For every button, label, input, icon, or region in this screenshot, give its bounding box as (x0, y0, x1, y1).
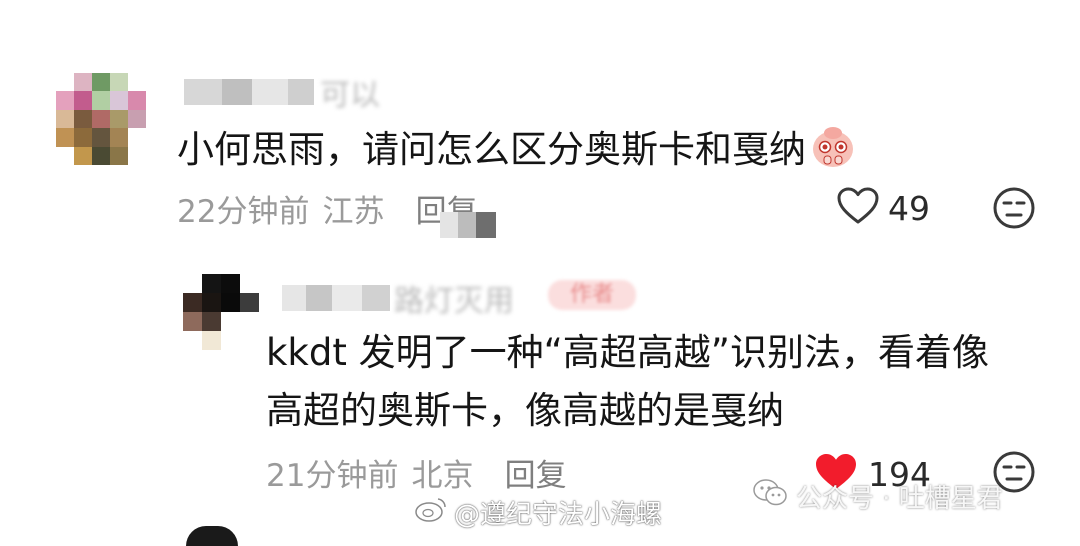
like-button[interactable]: 49 (836, 186, 930, 230)
expressionless-face-icon (992, 187, 1036, 234)
weibo-icon (414, 495, 448, 530)
location: 北京 (411, 458, 474, 494)
wechat-icon (752, 478, 788, 515)
timestamp: 22分钟前 (177, 194, 310, 230)
username-fragment: 路灯灭用 (394, 284, 514, 319)
author-badge-label: 作者 (569, 282, 614, 307)
heart-outline-icon (836, 186, 880, 230)
like-count: 49 (888, 188, 930, 228)
comment-body-line2: 高超的奥斯卡，像高越的是戛纳 (266, 389, 784, 432)
avatar[interactable] (183, 274, 259, 350)
username-blurred[interactable]: 路灯灭用 (282, 276, 514, 320)
reply-button[interactable]: 回复 (505, 458, 567, 494)
next-comment-avatar-partial (186, 526, 238, 546)
comment-body: 小何思雨，请问怎么区分奥斯卡和戛纳 (177, 128, 806, 171)
comment-body-line1: kkdt 发明了一种“高超高越”识别法，看着像 (266, 331, 989, 374)
dislike-button[interactable] (992, 186, 1036, 234)
avatar[interactable] (56, 73, 146, 165)
comment-meta: 21分钟前 北京 回复 (266, 450, 567, 495)
timestamp: 21分钟前 (266, 458, 399, 494)
comment-text: 小何思雨，请问怎么区分奥斯卡和戛纳 (177, 124, 856, 184)
comment-text: kkdt 发明了一种“高超高越”识别法，看着像 高超的奥斯卡，像高越的是戛纳 (266, 327, 989, 437)
pleading-face-emoji (810, 124, 856, 184)
username-blurred[interactable]: 可以 (184, 70, 380, 114)
weibo-watermark: @遵纪守法小海螺 (414, 494, 662, 531)
mosaic-patch (440, 212, 496, 238)
weibo-watermark-text: @遵纪守法小海螺 (454, 500, 663, 530)
location: 江苏 (322, 194, 385, 230)
wechat-watermark-text: 公众号 · 吐槽星君 (796, 484, 1003, 514)
author-badge: 作者 (548, 280, 636, 310)
comment-meta: 22分钟前 江苏 回复 (177, 186, 478, 231)
wechat-watermark: 公众号 · 吐槽星君 (752, 478, 1003, 515)
username-fragment: 可以 (320, 78, 380, 113)
